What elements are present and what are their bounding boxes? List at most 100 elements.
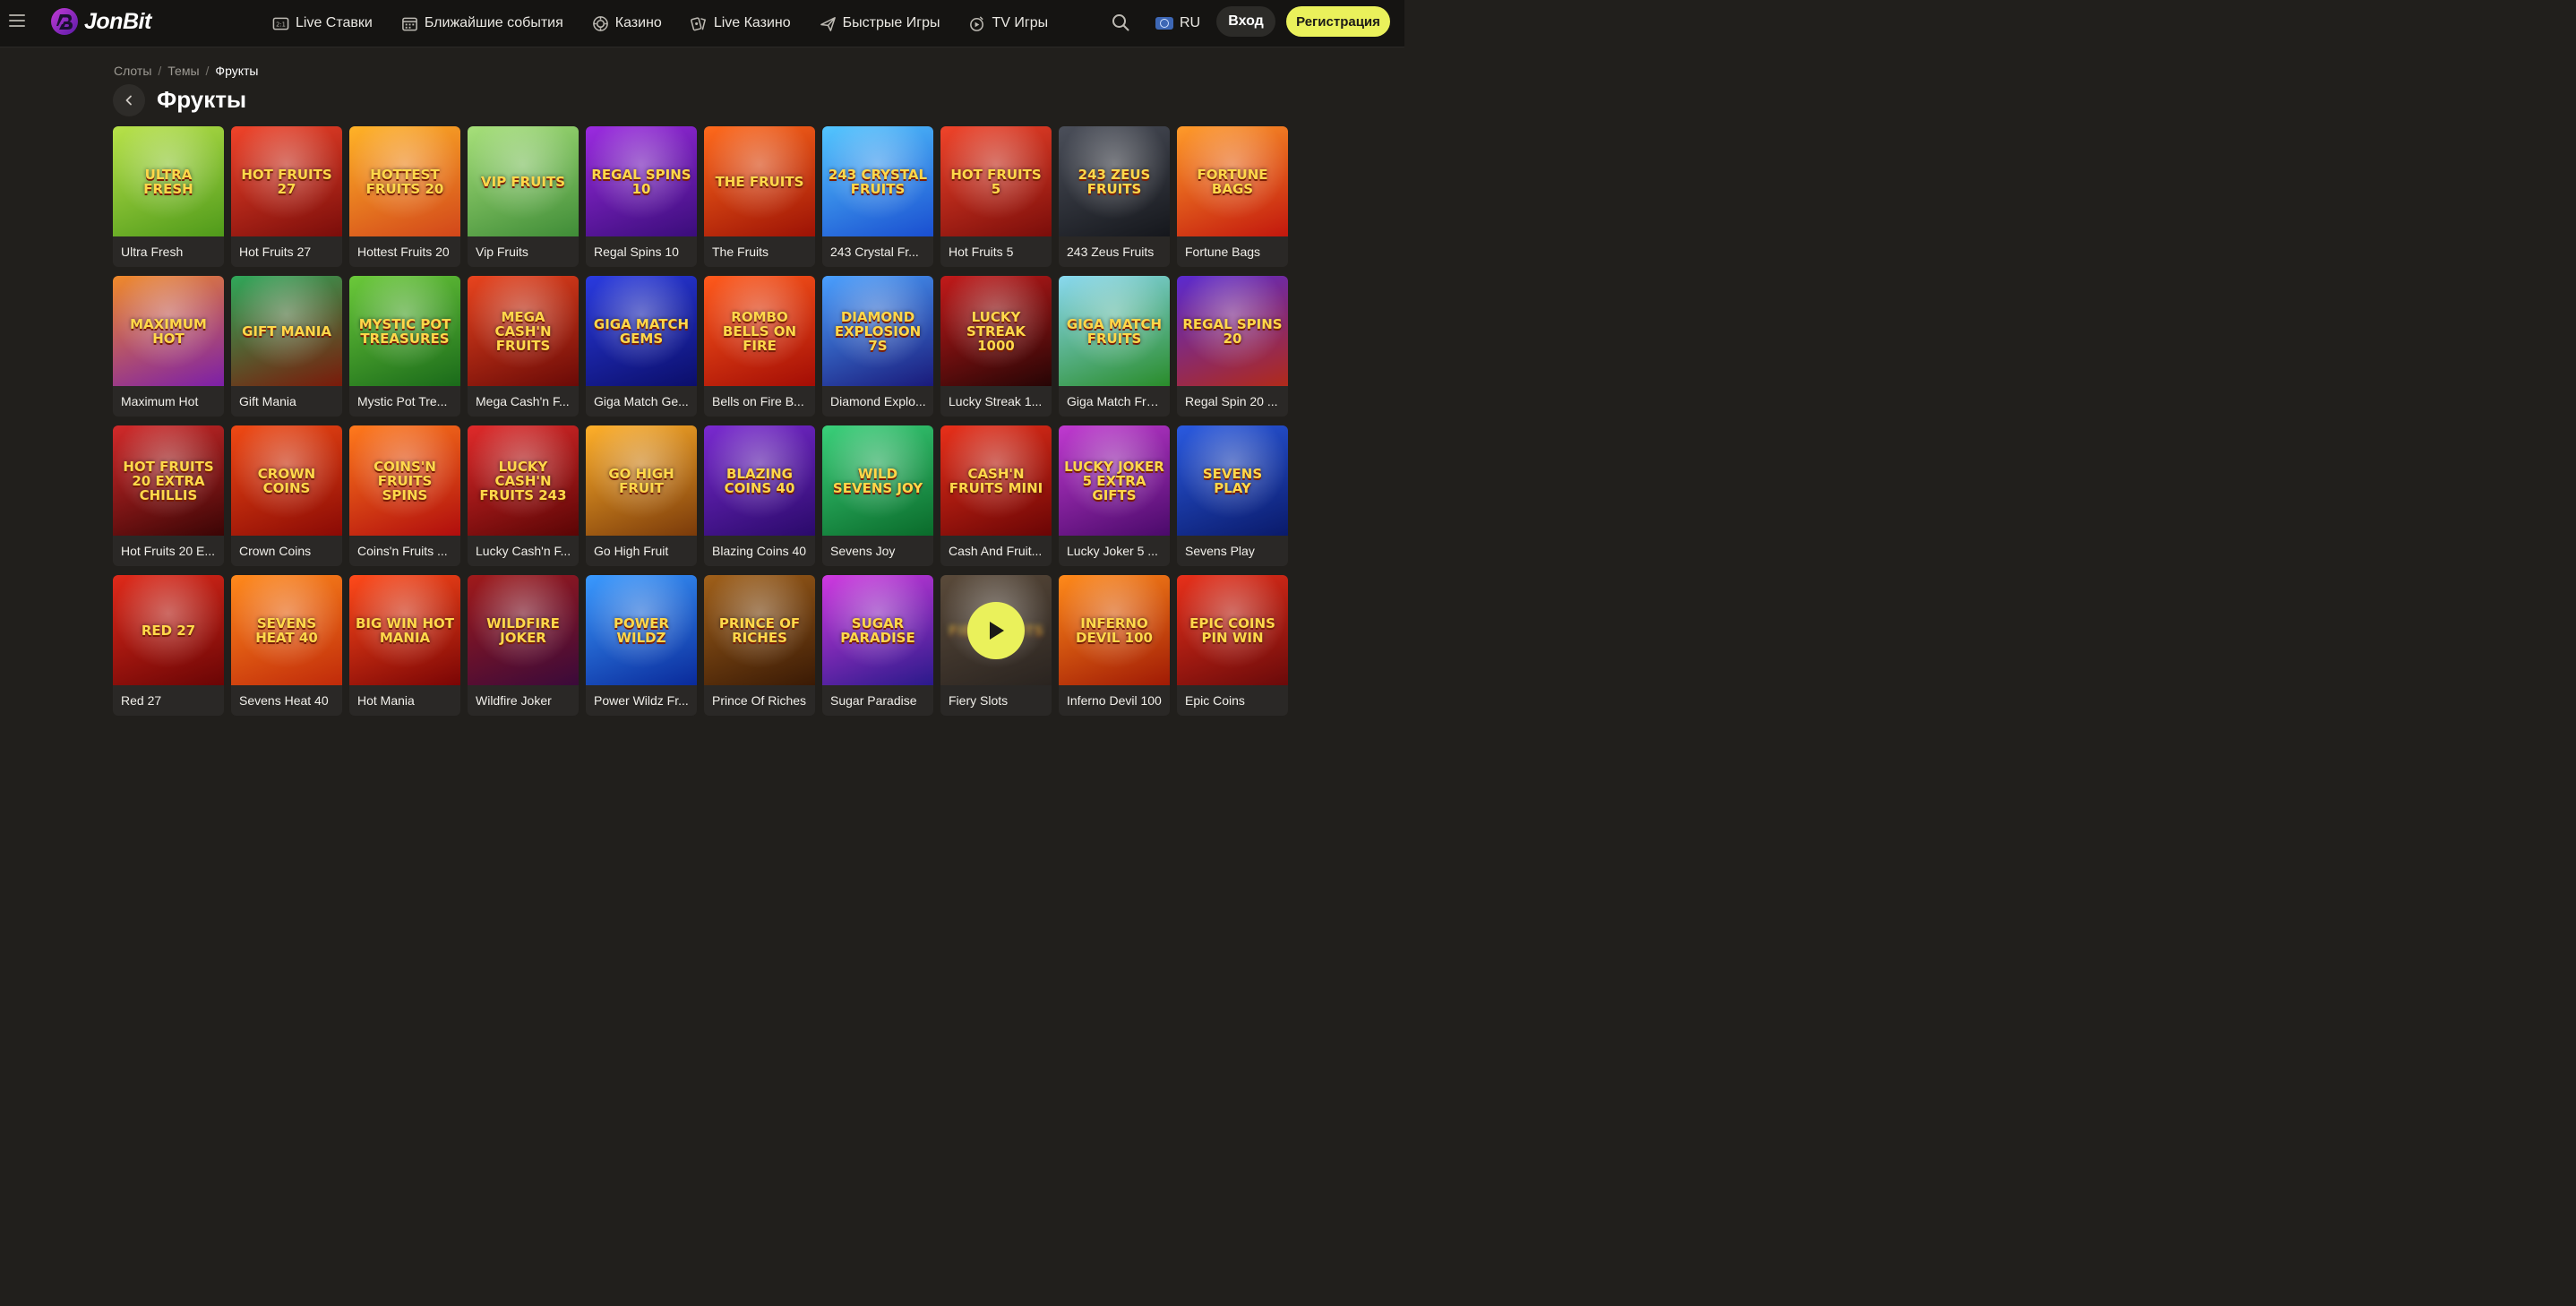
game-card[interactable]: Giga Match Gems Giga Match Ge... <box>586 276 697 417</box>
nav-live-casino[interactable]: Live Казино <box>690 15 791 32</box>
game-thumbnail: Giga Match Fruits <box>1059 276 1170 386</box>
game-card[interactable]: Hot Fruits 5 Hot Fruits 5 <box>940 126 1052 267</box>
game-card[interactable]: Coins'n Fruits Spins Coins'n Fruits ... <box>349 425 460 566</box>
game-card[interactable]: Sugar Paradise Sugar Paradise <box>822 575 933 716</box>
game-name: Regal Spin 20 ... <box>1185 394 1278 408</box>
game-name: Hot Fruits 27 <box>239 245 312 259</box>
game-card[interactable]: Go High Fruit Go High Fruit <box>586 425 697 566</box>
game-card[interactable]: Prince Of Riches Prince Of Riches <box>704 575 815 716</box>
game-name: Inferno Devil 100 <box>1067 693 1162 708</box>
game-card[interactable]: Gift Mania Gift Mania <box>231 276 342 417</box>
game-thumbnail: Sugar Paradise <box>822 575 933 685</box>
game-thumbnail: Mystic Pot Treasures <box>349 276 460 386</box>
game-card[interactable]: Diamond Explosion 7s Diamond Explo... <box>822 276 933 417</box>
register-button[interactable]: Регистрация <box>1286 6 1390 37</box>
game-name: Hottest Fruits 20 <box>357 245 450 259</box>
game-name: Vip Fruits <box>476 245 528 259</box>
login-button[interactable]: Вход <box>1216 6 1275 37</box>
game-name: Coins'n Fruits ... <box>357 544 448 558</box>
game-card[interactable]: Mega Cash'n Fruits Mega Cash'n F... <box>468 276 579 417</box>
game-card[interactable]: Rombo Bells On Fire Bells on Fire B... <box>704 276 815 417</box>
game-name: The Fruits <box>712 245 769 259</box>
game-card[interactable]: Fortune Bags Fortune Bags <box>1177 126 1288 267</box>
chevron-left-icon <box>125 95 132 106</box>
game-card[interactable]: The Fruits The Fruits <box>704 126 815 267</box>
game-card[interactable]: Ultra Fresh Ultra Fresh <box>113 126 224 267</box>
game-thumbnail: Cash'n Fruits Mini <box>940 425 1052 536</box>
game-card[interactable]: Sevens Play Sevens Play <box>1177 425 1288 566</box>
game-art-title: Big Win Hot Mania <box>356 614 454 646</box>
game-card[interactable]: Blazing Coins 40 Blazing Coins 40 <box>704 425 815 566</box>
game-name: Cash And Fruit... <box>949 544 1043 558</box>
nav-tv-games[interactable]: TV Игры <box>968 15 1048 32</box>
game-thumbnail: Vip Fruits <box>468 126 579 236</box>
back-button[interactable] <box>113 84 145 116</box>
breadcrumb-themes[interactable]: Темы <box>167 64 199 78</box>
game-card[interactable]: Inferno Devil 100 Inferno Devil 100 <box>1059 575 1170 716</box>
game-art-title: Lucky Streak 1000 <box>966 308 1026 354</box>
game-card[interactable]: Cash'n Fruits Mini Cash And Fruit... <box>940 425 1052 566</box>
casino-chip-icon <box>592 15 608 31</box>
game-card[interactable]: Regal Spins 10 Regal Spins 10 <box>586 126 697 267</box>
game-card[interactable]: Big Win Hot Mania Hot Mania <box>349 575 460 716</box>
nav-casino[interactable]: Казино <box>592 15 662 32</box>
game-card[interactable]: Sevens Heat 40 Sevens Heat 40 <box>231 575 342 716</box>
game-name: Epic Coins <box>1185 693 1245 708</box>
game-card[interactable]: Lucky Streak 1000 Lucky Streak 1... <box>940 276 1052 417</box>
language-selector[interactable]: RU <box>1155 0 1200 47</box>
game-card[interactable]: Regal Spins 20 Regal Spin 20 ... <box>1177 276 1288 417</box>
game-card[interactable]: Crown Coins Crown Coins <box>231 425 342 566</box>
game-thumbnail: 243 Zeus Fruits <box>1059 126 1170 236</box>
game-card[interactable]: Hot Fruits 20 Extra Chillis Hot Fruits 20… <box>113 425 224 566</box>
game-card[interactable]: Red 27 Red 27 <box>113 575 224 716</box>
game-name: Power Wildz Fr... <box>594 693 689 708</box>
nav-live-bets[interactable]: 2:1 Live Ставки <box>272 15 373 32</box>
game-art-title: 243 Zeus Fruits <box>1078 166 1151 197</box>
game-thumbnail: Red 27 <box>113 575 224 685</box>
game-card[interactable]: Fiery Slots Fiery Slots <box>940 575 1052 716</box>
game-card[interactable]: Lucky Joker 5 Extra Gifts Lucky Joker 5 .… <box>1059 425 1170 566</box>
game-thumbnail: Crown Coins <box>231 425 342 536</box>
play-button[interactable] <box>967 602 1025 659</box>
nav-fast-games-label: Быстрые Игры <box>842 15 940 30</box>
game-thumbnail: Hot Fruits 5 <box>940 126 1052 236</box>
game-art-title: Crown Coins <box>257 465 316 496</box>
jonbit-logo[interactable]: JonBit <box>50 6 151 37</box>
game-card[interactable]: Hot Fruits 27 Hot Fruits 27 <box>231 126 342 267</box>
top-navigation-bar: JonBit 2:1 Live Ставки Ближайшие события… <box>0 0 1404 47</box>
game-card[interactable]: Lucky Cash'n Fruits 243 Lucky Cash'n F... <box>468 425 579 566</box>
game-thumbnail: Mega Cash'n Fruits <box>468 276 579 386</box>
game-card[interactable]: Giga Match Fruits Giga Match Fru... <box>1059 276 1170 417</box>
game-thumbnail: Hottest Fruits 20 <box>349 126 460 236</box>
game-card[interactable]: Power Wildz Power Wildz Fr... <box>586 575 697 716</box>
game-card[interactable]: Hottest Fruits 20 Hottest Fruits 20 <box>349 126 460 267</box>
logo-text: JonBit <box>84 8 151 34</box>
game-name: Crown Coins <box>239 544 312 558</box>
game-art-title: Ultra Fresh <box>143 166 193 197</box>
game-art-title: Epic Coins Pin Win <box>1189 614 1275 646</box>
search-icon[interactable] <box>1111 13 1130 32</box>
hamburger-menu-icon[interactable] <box>9 14 25 27</box>
game-name: 243 Zeus Fruits <box>1067 245 1155 259</box>
breadcrumb-separator: / <box>158 64 162 78</box>
game-card[interactable]: Epic Coins Pin Win Epic Coins <box>1177 575 1288 716</box>
game-card[interactable]: Wild Sevens Joy Sevens Joy <box>822 425 933 566</box>
game-thumbnail: Rombo Bells On Fire <box>704 276 815 386</box>
game-thumbnail: Blazing Coins 40 <box>704 425 815 536</box>
nav-fast-games[interactable]: Быстрые Игры <box>820 15 940 32</box>
nav-upcoming-events-label: Ближайшие события <box>424 15 563 30</box>
game-card[interactable]: Wildfire Joker Wildfire Joker <box>468 575 579 716</box>
game-art-title: Sevens Play <box>1202 465 1263 496</box>
game-art-title: Hottest Fruits 20 <box>365 166 444 197</box>
breadcrumb-slots[interactable]: Слоты <box>114 64 151 78</box>
game-card[interactable]: 243 Crystal Fruits 243 Crystal Fr... <box>822 126 933 267</box>
game-card[interactable]: 243 Zeus Fruits 243 Zeus Fruits <box>1059 126 1170 267</box>
game-card[interactable]: Mystic Pot Treasures Mystic Pot Tre... <box>349 276 460 417</box>
game-name: Prince Of Riches <box>712 693 807 708</box>
plane-icon <box>820 16 836 31</box>
game-card[interactable]: Vip Fruits Vip Fruits <box>468 126 579 267</box>
nav-upcoming-events[interactable]: Ближайшие события <box>401 15 563 32</box>
live-bets-icon: 2:1 <box>272 17 289 30</box>
game-card[interactable]: Maximum Hot Maximum Hot <box>113 276 224 417</box>
game-thumbnail: Ultra Fresh <box>113 126 224 236</box>
